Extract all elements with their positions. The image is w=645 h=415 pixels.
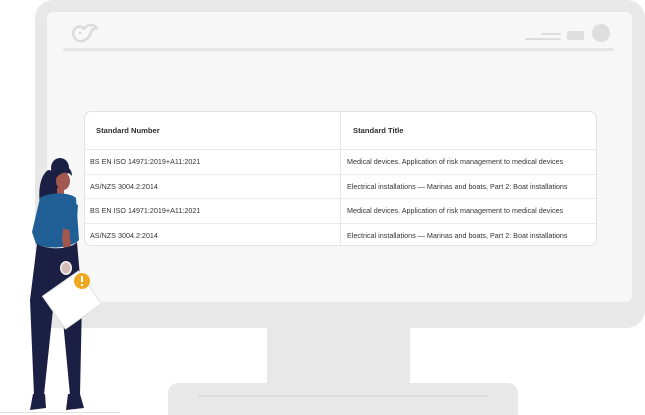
exclamation-icon xyxy=(74,273,90,289)
standard-number-cell: AS/NZS 3004.2:2014 xyxy=(85,174,341,198)
standard-number-cell: BS EN ISO 14971:2019+A11:2021 xyxy=(85,199,341,223)
monitor-base xyxy=(168,383,518,415)
standard-title-cell: Electrical installations — Marinas and b… xyxy=(347,181,568,191)
standard-title-cell: Medical devices. Application of risk man… xyxy=(347,206,564,216)
table-row[interactable]: BS EN ISO 14971:2019+A11:2021 Medical de… xyxy=(85,150,596,175)
monitor-neck xyxy=(267,328,410,385)
standard-number-cell: BS EN ISO 14971:2019+A11:2021 xyxy=(85,150,341,174)
header-standard-number[interactable]: Standard Number xyxy=(85,112,341,149)
standard-title-cell: Medical devices. Application of risk man… xyxy=(347,157,564,167)
menu-lines-icon[interactable] xyxy=(525,30,561,44)
monitor-screen: Standard Number Standard Title BS EN ISO… xyxy=(47,12,632,302)
avatar-icon[interactable] xyxy=(592,24,610,42)
window-button-icon[interactable] xyxy=(567,31,584,40)
header-standard-title[interactable]: Standard Title xyxy=(341,112,596,149)
person-illustration xyxy=(30,158,103,410)
standards-table: Standard Number Standard Title BS EN ISO… xyxy=(84,111,597,246)
bird-logo-icon[interactable] xyxy=(71,23,99,45)
table-row[interactable]: AS/NZS 3004.2:2014 Electrical installati… xyxy=(85,174,596,199)
topbar-divider xyxy=(63,48,614,51)
table-header-row: Standard Number Standard Title xyxy=(85,112,596,150)
app-topbar xyxy=(47,12,632,54)
standard-title-cell: Electrical installations — Marinas and b… xyxy=(347,230,568,240)
table-row[interactable]: AS/NZS 3004.2:2014 Electrical installati… xyxy=(85,223,596,245)
table-row[interactable]: BS EN ISO 14971:2019+A11:2021 Medical de… xyxy=(85,199,596,224)
monitor-base-edge xyxy=(198,395,488,397)
standard-number-cell: AS/NZS 3004.2:2014 xyxy=(85,223,341,245)
